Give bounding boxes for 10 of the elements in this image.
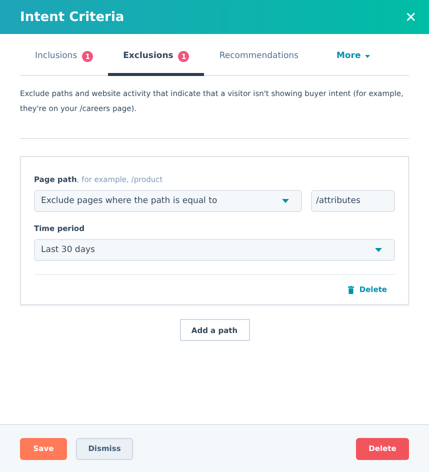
more-menu-tab[interactable]: More (321, 48, 385, 64)
condition-dropdown[interactable]: Exclude pages where the path is equal to (34, 190, 302, 212)
caret-icon (364, 55, 370, 58)
caret-icon (282, 199, 289, 203)
window-title: Intent Criteria (20, 10, 126, 24)
path-input-field[interactable]: /attributes (311, 190, 395, 212)
trash-icon (348, 286, 354, 294)
time-period-dropdown[interactable]: Last 30 days (34, 239, 395, 261)
caret-icon (375, 248, 382, 252)
tab[interactable]: Recommendations (204, 48, 314, 76)
